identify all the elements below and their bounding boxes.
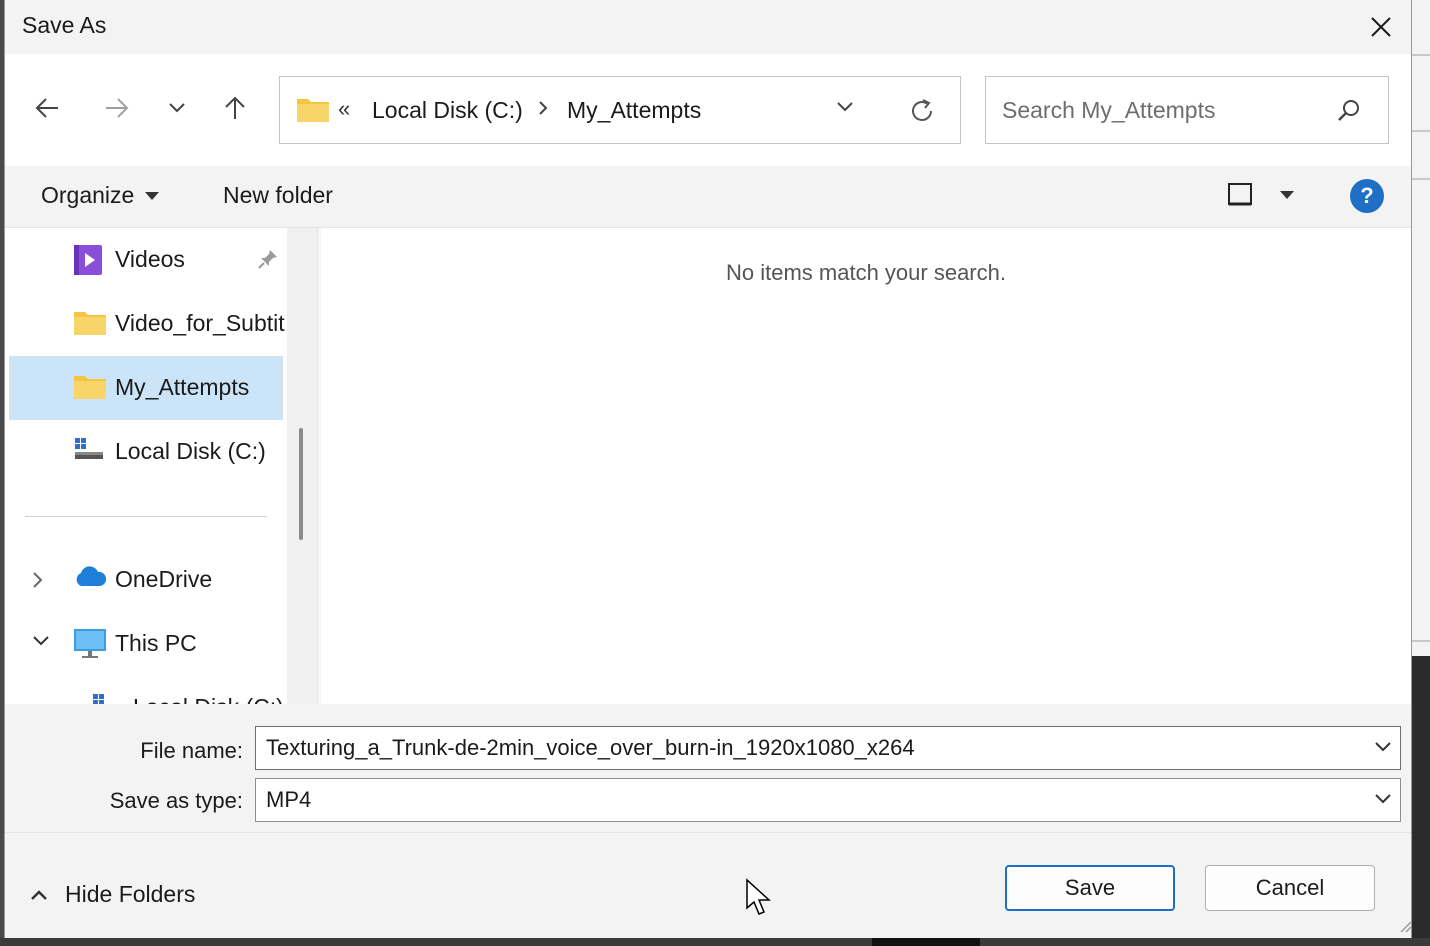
- sidebar-item-label: Local Disk (C:): [133, 694, 284, 704]
- hide-folders-button[interactable]: Hide Folders: [29, 881, 195, 908]
- cloud-icon: [76, 566, 107, 586]
- empty-results-message: No items match your search.: [726, 260, 1006, 285]
- change-view-button[interactable]: [1227, 182, 1295, 208]
- up-button[interactable]: [217, 90, 253, 126]
- chevron-down-icon: [169, 103, 185, 113]
- recent-locations-button[interactable]: [159, 90, 195, 126]
- file-name-value[interactable]: Texturing_a_Trunk-de-2min_voice_over_bur…: [266, 735, 915, 761]
- folder-icon: [297, 99, 329, 122]
- folder-icon: [74, 312, 106, 335]
- address-segment-local-disk[interactable]: Local Disk (C:): [372, 97, 523, 124]
- organize-menu-button[interactable]: Organize: [41, 182, 160, 209]
- address-segment-my-attempts[interactable]: My_Attempts: [567, 97, 701, 124]
- save-as-dialog: Save As « Local Disk (C:) My_Attempts Se…: [4, 0, 1412, 938]
- sidebar-item-label: This PC: [115, 630, 197, 656]
- drive-icon: [93, 694, 104, 704]
- pin-icon[interactable]: [257, 248, 279, 270]
- search-input[interactable]: [1002, 97, 1322, 124]
- title-bar: Save As: [5, 0, 1411, 54]
- close-button[interactable]: [1351, 0, 1411, 54]
- mouse-cursor-icon: [746, 878, 771, 915]
- sidebar-item-label: Local Disk (C:): [115, 438, 266, 464]
- arrow-left-icon: [35, 98, 58, 118]
- chevron-down-icon[interactable]: [836, 101, 854, 113]
- computer-icon: [74, 629, 106, 658]
- chevron-right-icon[interactable]: [31, 570, 45, 590]
- dialog-title: Save As: [22, 12, 107, 38]
- sidebar-item-this-pc[interactable]: This PC: [9, 612, 283, 676]
- navigation-pane-scrollbar[interactable]: [287, 228, 317, 704]
- search-box[interactable]: [985, 76, 1389, 144]
- background-app-strip: [1412, 0, 1430, 946]
- navigation-row: « Local Disk (C:) My_Attempts: [5, 54, 1411, 166]
- view-pane-icon: [1228, 183, 1252, 206]
- folder-icon: [74, 376, 106, 399]
- sidebar-item-label: Video_for_Subtit: [115, 310, 285, 336]
- background-taskbar-strip: [0, 938, 1430, 946]
- arrow-up-icon: [225, 96, 245, 119]
- caret-down-icon: [145, 191, 160, 200]
- scrollbar-thumb[interactable]: [299, 428, 303, 540]
- new-folder-button[interactable]: New folder: [223, 182, 333, 209]
- chevron-down-icon[interactable]: [1374, 741, 1392, 753]
- sidebar-item-onedrive[interactable]: OneDrive: [9, 548, 283, 612]
- save-as-type-label: Save as type:: [109, 788, 243, 813]
- cancel-button[interactable]: Cancel: [1205, 865, 1375, 911]
- chevron-up-icon: [31, 889, 47, 900]
- sidebar-item-video-for-subtit[interactable]: Video_for_Subtit: [9, 292, 285, 356]
- chevron-right-icon[interactable]: [536, 99, 550, 117]
- save-button[interactable]: Save: [1005, 865, 1175, 911]
- sidebar-item-local-disk-pc[interactable]: Local Disk (C:): [9, 676, 284, 704]
- organize-label: Organize: [41, 182, 135, 208]
- resize-grip-icon[interactable]: [1397, 918, 1413, 934]
- refresh-icon: [912, 99, 932, 121]
- close-icon: [1371, 17, 1391, 37]
- save-as-type-value: MP4: [266, 787, 312, 812]
- sidebar-divider: [25, 516, 267, 517]
- file-name-field[interactable]: Texturing_a_Trunk-de-2min_voice_over_bur…: [255, 726, 1401, 770]
- arrow-right-icon: [106, 98, 129, 118]
- chevron-down-icon[interactable]: [31, 634, 51, 648]
- sidebar-item-label: Videos: [115, 246, 185, 272]
- search-icon[interactable]: [1336, 97, 1362, 123]
- forward-button[interactable]: [99, 90, 135, 126]
- sidebar-item-local-disk[interactable]: Local Disk (C:): [9, 420, 283, 484]
- sidebar-item-label: OneDrive: [115, 566, 213, 592]
- hide-folders-label: Hide Folders: [65, 881, 196, 907]
- dialog-footer: Hide Folders Save Cancel: [5, 832, 1411, 938]
- help-button[interactable]: ?: [1350, 179, 1384, 213]
- file-fields-area: File name: Texturing_a_Trunk-de-2min_voi…: [5, 704, 1411, 832]
- sidebar-item-videos[interactable]: Videos: [9, 228, 283, 292]
- file-list-area[interactable]: No items match your search.: [321, 228, 1411, 704]
- navigation-pane: Videos Video_for_Subtit My_Attempts Loca…: [5, 228, 287, 704]
- back-button[interactable]: [29, 90, 65, 126]
- save-as-type-select[interactable]: MP4: [255, 778, 1401, 822]
- address-overflow-indicator[interactable]: «: [338, 96, 350, 122]
- command-bar: Organize New folder ?: [5, 166, 1411, 228]
- sidebar-item-my-attempts[interactable]: My_Attempts: [9, 356, 283, 420]
- videos-folder-icon: [74, 245, 102, 275]
- address-bar[interactable]: « Local Disk (C:) My_Attempts: [279, 76, 961, 144]
- caret-down-icon: [1280, 191, 1294, 199]
- refresh-button[interactable]: [904, 93, 940, 129]
- sidebar-item-label: My_Attempts: [115, 374, 250, 400]
- chevron-down-icon[interactable]: [1374, 793, 1392, 805]
- drive-icon: [75, 438, 103, 459]
- file-name-label: File name:: [140, 738, 243, 763]
